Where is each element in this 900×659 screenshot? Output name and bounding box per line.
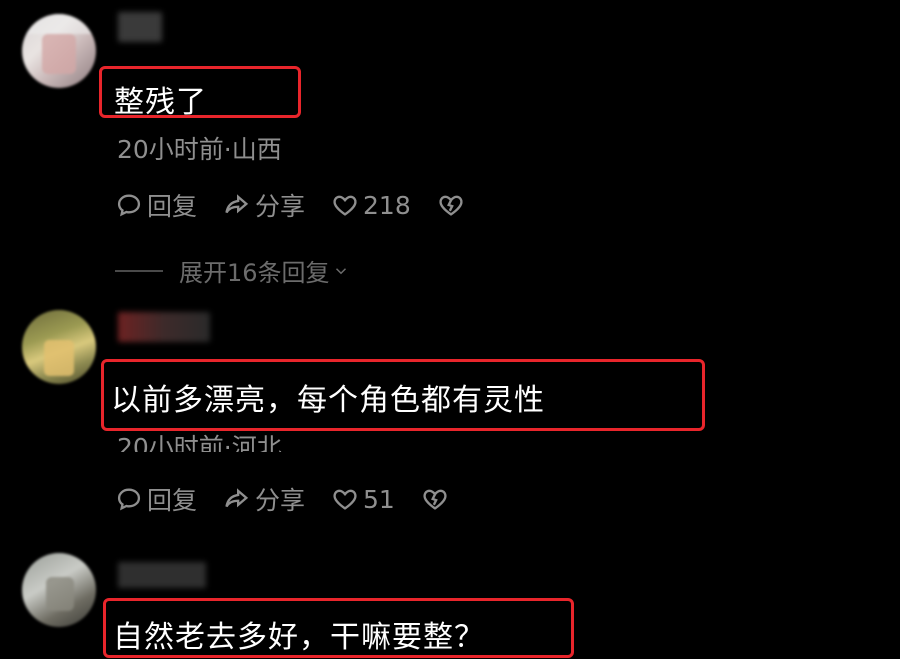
reply-label: 回复 [147, 192, 198, 221]
comment-icon [117, 194, 141, 217]
share-button[interactable]: 分享 [223, 481, 305, 517]
comment-actions: 回复 分享 218 [115, 188, 495, 222]
chevron-down-icon [335, 267, 346, 274]
avatar[interactable] [22, 553, 96, 627]
reply-button[interactable]: 回复 [115, 187, 197, 223]
share-icon [225, 488, 249, 508]
divider [115, 269, 163, 272]
reply-button[interactable]: 回复 [115, 481, 197, 517]
heart-icon [333, 489, 357, 510]
username-blurred[interactable] [118, 12, 162, 42]
expand-replies[interactable]: 展开16条回复 [115, 253, 350, 288]
like-button[interactable]: 51 [331, 485, 395, 514]
comment-text: 以前多漂亮，每个角色都有灵性 [111, 383, 545, 418]
share-label: 分享 [255, 486, 306, 515]
broken-heart-icon [423, 489, 447, 510]
reply-label: 回复 [147, 486, 198, 515]
avatar[interactable] [22, 14, 96, 88]
dislike-button[interactable] [437, 191, 469, 219]
comment-text: 整残了 [114, 85, 207, 120]
like-count: 218 [363, 190, 411, 220]
share-button[interactable]: 分享 [223, 187, 305, 223]
comment-icon [117, 488, 141, 511]
heart-icon [333, 195, 357, 216]
share-label: 分享 [255, 192, 306, 221]
comment-meta: 20小时前·山西 [117, 135, 282, 164]
dislike-button[interactable] [421, 485, 453, 513]
like-count: 51 [363, 484, 395, 514]
like-button[interactable]: 218 [331, 191, 411, 220]
avatar[interactable] [22, 310, 96, 384]
broken-heart-icon [439, 195, 463, 216]
comment-actions: 回复 分享 51 [115, 482, 479, 516]
share-icon [225, 194, 249, 214]
username-blurred[interactable] [118, 312, 210, 342]
expand-replies-label: 展开16条回复 [179, 259, 330, 287]
username-blurred[interactable] [118, 562, 206, 588]
comment-text: 自然老去多好，干嘛要整？ [113, 620, 485, 655]
comment-meta: 20小时前·河北 [117, 433, 282, 452]
